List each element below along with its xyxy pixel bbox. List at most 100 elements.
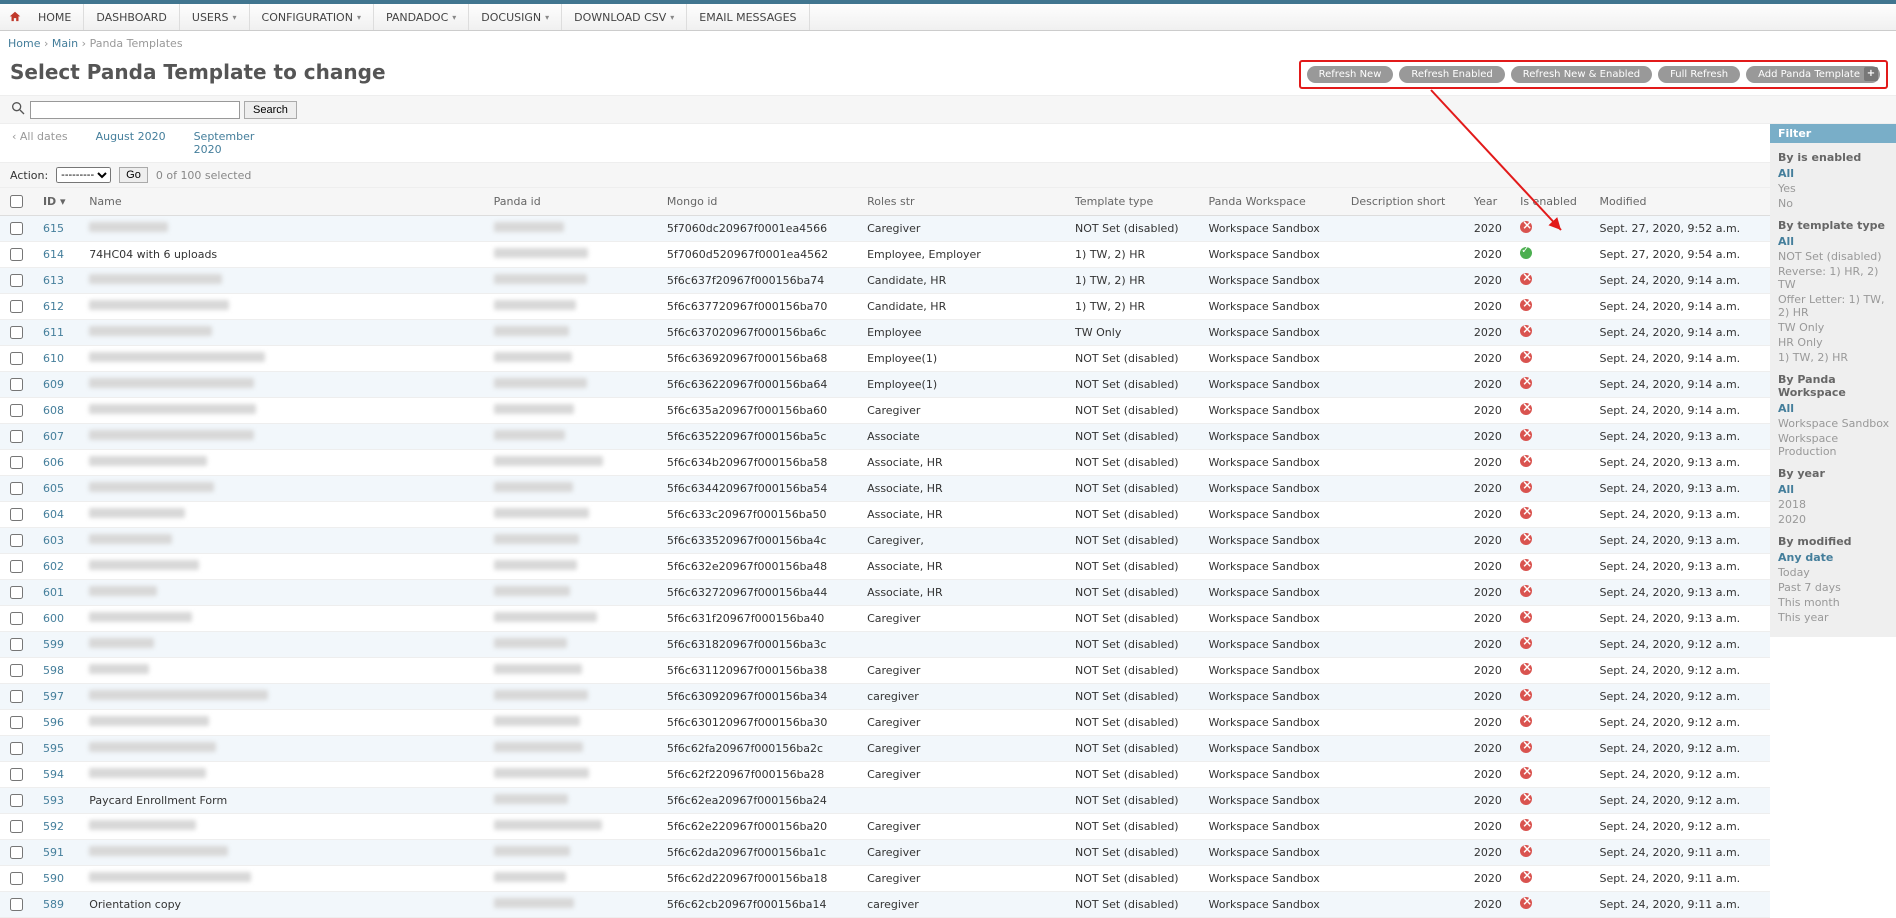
row-id-link[interactable]: 599 xyxy=(43,638,64,651)
row-checkbox[interactable] xyxy=(10,846,23,859)
col-roles-str[interactable]: Roles str xyxy=(861,188,1069,216)
row-id-link[interactable]: 591 xyxy=(43,846,64,859)
refresh-new-button[interactable]: Refresh New xyxy=(1307,66,1394,83)
col-panda-id[interactable]: Panda id xyxy=(488,188,661,216)
col-name[interactable]: Name xyxy=(83,188,487,216)
nav-email-messages[interactable]: EMAIL MESSAGES xyxy=(687,4,809,30)
filter-option[interactable]: HR Only xyxy=(1778,335,1896,350)
row-checkbox[interactable] xyxy=(10,404,23,417)
row-checkbox[interactable] xyxy=(10,378,23,391)
filter-option[interactable]: All xyxy=(1778,234,1896,249)
row-id-link[interactable]: 600 xyxy=(43,612,64,625)
col-description-short[interactable]: Description short xyxy=(1345,188,1468,216)
filter-option[interactable]: Any date xyxy=(1778,550,1896,565)
row-id-link[interactable]: 604 xyxy=(43,508,64,521)
row-name[interactable]: x xyxy=(83,528,487,554)
row-id-link[interactable]: 609 xyxy=(43,378,64,391)
row-checkbox[interactable] xyxy=(10,482,23,495)
filter-option[interactable]: All xyxy=(1778,482,1896,497)
row-id-link[interactable]: 613 xyxy=(43,274,64,287)
col-year[interactable]: Year xyxy=(1468,188,1514,216)
actions-select[interactable]: --------- xyxy=(56,167,111,183)
col-modified[interactable]: Modified xyxy=(1594,188,1770,216)
row-name[interactable]: x xyxy=(83,684,487,710)
refresh-new-&-enabled-button[interactable]: Refresh New & Enabled xyxy=(1511,66,1652,83)
row-name[interactable]: x xyxy=(83,398,487,424)
filter-option[interactable]: Yes xyxy=(1778,181,1896,196)
filter-option[interactable]: Workspace Production xyxy=(1778,431,1896,459)
filter-option[interactable]: Workspace Sandbox xyxy=(1778,416,1896,431)
date-month-1[interactable]: August 2020 xyxy=(96,130,166,156)
col-is-enabled[interactable]: Is enabled xyxy=(1514,188,1593,216)
row-checkbox[interactable] xyxy=(10,664,23,677)
row-id-link[interactable]: 608 xyxy=(43,404,64,417)
row-name[interactable]: x xyxy=(83,840,487,866)
filter-option[interactable]: TW Only xyxy=(1778,320,1896,335)
col-id[interactable]: ID ▾ xyxy=(37,188,83,216)
nav-home[interactable]: HOME xyxy=(26,4,84,30)
col-select[interactable] xyxy=(0,188,37,216)
filter-option[interactable]: No xyxy=(1778,196,1896,211)
row-id-link[interactable]: 597 xyxy=(43,690,64,703)
row-name[interactable]: x xyxy=(83,658,487,684)
date-all[interactable]: ‹ All dates xyxy=(12,130,68,156)
row-name[interactable]: x xyxy=(83,294,487,320)
row-id-link[interactable]: 606 xyxy=(43,456,64,469)
nav-dashboard[interactable]: DASHBOARD xyxy=(84,4,180,30)
row-name[interactable]: x xyxy=(83,450,487,476)
select-all-checkbox[interactable] xyxy=(10,195,23,208)
row-name[interactable]: x xyxy=(83,476,487,502)
breadcrumb-main[interactable]: Main xyxy=(52,37,78,50)
row-name[interactable]: 74HC04 with 6 uploads xyxy=(83,242,487,268)
filter-option[interactable]: Past 7 days xyxy=(1778,580,1896,595)
row-name[interactable]: x xyxy=(83,814,487,840)
row-id-link[interactable]: 590 xyxy=(43,872,64,885)
row-id-link[interactable]: 605 xyxy=(43,482,64,495)
row-name[interactable]: x xyxy=(83,424,487,450)
row-name[interactable]: x xyxy=(83,580,487,606)
row-name[interactable]: Orientation copy xyxy=(83,892,487,918)
filter-option[interactable]: This year xyxy=(1778,610,1896,625)
row-id-link[interactable]: 594 xyxy=(43,768,64,781)
date-month-2[interactable]: September 2020 xyxy=(194,130,274,156)
row-checkbox[interactable] xyxy=(10,794,23,807)
row-name[interactable]: x xyxy=(83,268,487,294)
row-id-link[interactable]: 603 xyxy=(43,534,64,547)
row-checkbox[interactable] xyxy=(10,586,23,599)
row-name[interactable]: x xyxy=(83,502,487,528)
full-refresh-button[interactable]: Full Refresh xyxy=(1658,66,1740,83)
row-checkbox[interactable] xyxy=(10,456,23,469)
row-checkbox[interactable] xyxy=(10,274,23,287)
filter-option[interactable]: 2020 xyxy=(1778,512,1896,527)
filter-option[interactable]: All xyxy=(1778,166,1896,181)
row-name[interactable]: x xyxy=(83,554,487,580)
nav-users[interactable]: USERS▾ xyxy=(180,4,250,30)
row-id-link[interactable]: 602 xyxy=(43,560,64,573)
row-checkbox[interactable] xyxy=(10,690,23,703)
row-checkbox[interactable] xyxy=(10,300,23,313)
filter-option[interactable]: 1) TW, 2) HR xyxy=(1778,350,1896,365)
row-name[interactable]: x xyxy=(83,866,487,892)
row-checkbox[interactable] xyxy=(10,768,23,781)
row-id-link[interactable]: 593 xyxy=(43,794,64,807)
col-template-type[interactable]: Template type xyxy=(1069,188,1203,216)
row-name[interactable]: x xyxy=(83,320,487,346)
row-name[interactable]: x xyxy=(83,606,487,632)
row-checkbox[interactable] xyxy=(10,508,23,521)
row-id-link[interactable]: 610 xyxy=(43,352,64,365)
actions-go-button[interactable]: Go xyxy=(119,167,148,183)
filter-option[interactable]: All xyxy=(1778,401,1896,416)
nav-configuration[interactable]: CONFIGURATION▾ xyxy=(250,4,374,30)
filter-option[interactable]: 2018 xyxy=(1778,497,1896,512)
nav-download-csv[interactable]: DOWNLOAD CSV▾ xyxy=(562,4,687,30)
col-mongo-id[interactable]: Mongo id xyxy=(661,188,861,216)
row-checkbox[interactable] xyxy=(10,560,23,573)
filter-option[interactable]: Reverse: 1) HR, 2) TW xyxy=(1778,264,1896,292)
row-name[interactable]: x xyxy=(83,710,487,736)
row-id-link[interactable]: 595 xyxy=(43,742,64,755)
filter-option[interactable]: Today xyxy=(1778,565,1896,580)
nav-pandadoc[interactable]: PANDADOC▾ xyxy=(374,4,469,30)
row-id-link[interactable]: 592 xyxy=(43,820,64,833)
row-id-link[interactable]: 589 xyxy=(43,898,64,911)
home-icon[interactable] xyxy=(4,4,26,30)
